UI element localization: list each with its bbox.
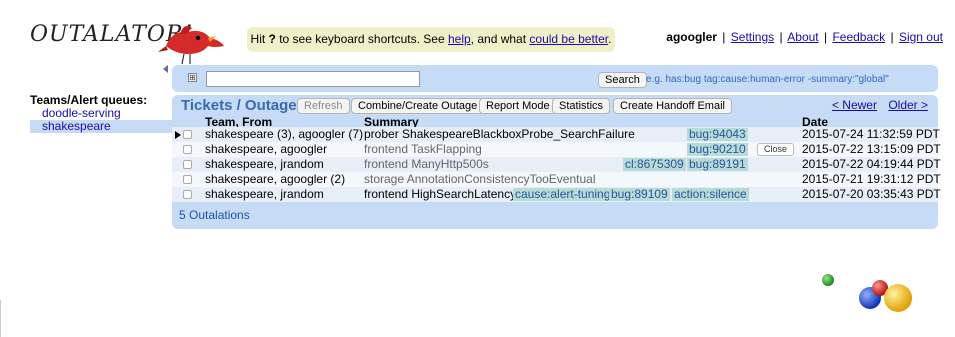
row-checkbox[interactable] bbox=[183, 145, 192, 154]
hint-suffix: . bbox=[608, 32, 612, 46]
table-row[interactable]: shakespeare (3), agoogler (7) prober Sha… bbox=[172, 127, 940, 142]
row-team: shakespeare, agoogler (2) bbox=[205, 172, 346, 186]
tag-bug[interactable]: bug:89191 bbox=[687, 158, 748, 171]
expand-icon[interactable]: ⊞ bbox=[188, 73, 197, 82]
row-checkbox[interactable] bbox=[183, 190, 192, 199]
tag-bug[interactable]: bug:90210 bbox=[687, 143, 748, 156]
about-link[interactable]: About bbox=[787, 30, 818, 44]
divider bbox=[0, 300, 1, 337]
statistics-button[interactable]: Statistics bbox=[552, 98, 611, 114]
sign-out-link[interactable]: Sign out bbox=[899, 30, 943, 44]
hint-and: , and what bbox=[470, 32, 530, 46]
settings-link[interactable]: Settings bbox=[731, 30, 774, 44]
row-date: 2015-07-22 13:15:09 PDT bbox=[802, 142, 941, 156]
table-row[interactable]: shakespeare, agoogler frontend TaskFlapp… bbox=[172, 142, 941, 157]
table-row[interactable]: shakespeare, jrandom frontend ManyHttp50… bbox=[172, 157, 941, 172]
sidebar: Teams/Alert queues: doodle-serving shake… bbox=[30, 93, 172, 133]
tag-bug[interactable]: bug:89109 bbox=[609, 188, 670, 201]
hint-key: ? bbox=[268, 32, 276, 46]
row-checkbox[interactable] bbox=[183, 160, 192, 169]
refresh-button[interactable]: Refresh bbox=[297, 98, 350, 114]
table-row[interactable]: shakespeare, agoogler (2) storage Annota… bbox=[172, 172, 941, 187]
row-summary[interactable]: prober ShakespeareBlackboxProbe_SearchFa… bbox=[364, 127, 635, 142]
create-handoff-email-button[interactable]: Create Handoff Email bbox=[613, 98, 732, 114]
close-button[interactable]: Close bbox=[757, 143, 795, 156]
collapse-sidebar-icon[interactable] bbox=[163, 65, 168, 73]
help-link[interactable]: help bbox=[448, 32, 471, 46]
row-team: shakespeare, jrandom bbox=[205, 187, 324, 201]
google-balls-icon bbox=[822, 274, 912, 312]
tag-cause[interactable]: cause:alert-tuning bbox=[513, 188, 613, 201]
row-team: shakespeare, jrandom bbox=[205, 157, 324, 171]
row-team: shakespeare, agoogler bbox=[205, 142, 328, 156]
search-input[interactable] bbox=[206, 71, 420, 87]
row-date: 2015-07-24 11:32:59 PDT bbox=[802, 127, 940, 141]
tag-action[interactable]: action:silence bbox=[672, 188, 749, 201]
search-button[interactable]: Search bbox=[598, 72, 647, 88]
cardinal-bird-icon bbox=[158, 26, 224, 65]
outalation-count[interactable]: 5 Outalations bbox=[179, 208, 250, 222]
older-link[interactable]: Older > bbox=[888, 98, 928, 112]
row-checkbox[interactable] bbox=[183, 130, 192, 139]
search-panel: ⊞ Search e.g. has:bug tag:cause:human-er… bbox=[172, 65, 938, 92]
newer-link[interactable]: < Newer bbox=[832, 98, 877, 112]
app-logo: OUTALATOR! bbox=[30, 22, 224, 67]
row-summary[interactable]: frontend HighSearchLatency bbox=[364, 187, 516, 202]
combine-outage-button[interactable]: Combine/Create Outage bbox=[351, 98, 485, 114]
row-summary[interactable]: storage AnnotationConsistencyTooEventual bbox=[364, 172, 596, 187]
tickets-panel: Tickets / Outages Refresh Combine/Create… bbox=[172, 95, 941, 229]
tag-bug[interactable]: bug:94043 bbox=[687, 128, 748, 141]
table-row[interactable]: shakespeare, jrandom frontend HighSearch… bbox=[172, 187, 941, 202]
row-date: 2015-07-20 03:35:43 PDT bbox=[802, 187, 941, 201]
row-date: 2015-07-22 04:19:44 PDT bbox=[802, 157, 941, 171]
sidebar-item-shakespeare[interactable]: shakespeare bbox=[30, 120, 172, 133]
ticket-list: shakespeare (3), agoogler (7) prober Sha… bbox=[172, 127, 941, 202]
keyboard-hint-bubble: Hit ? to see keyboard shortcuts. See hel… bbox=[247, 27, 615, 52]
tag-cl[interactable]: cl:8675309 bbox=[623, 158, 686, 171]
report-mode-button[interactable]: Report Mode bbox=[479, 98, 557, 114]
sidebar-title: Teams/Alert queues: bbox=[30, 93, 148, 107]
row-cursor-icon bbox=[175, 131, 181, 139]
hint-middle: to see keyboard shortcuts. See bbox=[275, 32, 448, 46]
search-example-hint: e.g. has:bug tag:cause:human-error -summ… bbox=[646, 74, 889, 85]
hint-prefix: Hit bbox=[250, 32, 269, 46]
pager: < Newer Older > bbox=[824, 98, 928, 112]
page-title: Tickets / Outages bbox=[181, 97, 305, 114]
row-team: shakespeare (3), agoogler (7) bbox=[205, 127, 364, 141]
row-checkbox[interactable] bbox=[183, 175, 192, 184]
row-summary[interactable]: frontend TaskFlapping bbox=[364, 142, 482, 157]
feedback-link[interactable]: Feedback bbox=[832, 30, 885, 44]
user-bar: agoogler | Settings | About | Feedback |… bbox=[666, 30, 943, 44]
row-summary[interactable]: frontend ManyHttp500s bbox=[364, 157, 489, 172]
row-date: 2015-07-21 19:31:12 PDT bbox=[802, 172, 941, 186]
username: agoogler bbox=[666, 30, 717, 44]
could-be-better-link[interactable]: could be better bbox=[529, 32, 608, 46]
